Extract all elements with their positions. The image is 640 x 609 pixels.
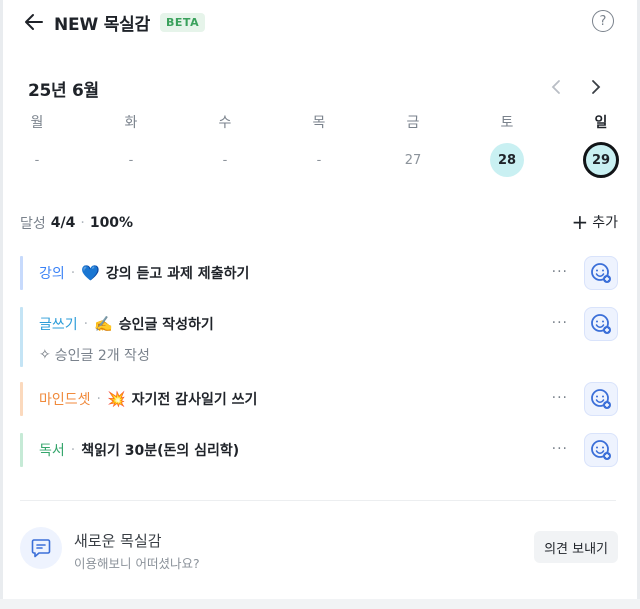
mood-button[interactable]: [584, 433, 618, 467]
left-border: [0, 0, 3, 609]
goal-separator: ·: [70, 442, 76, 458]
weekday-thu: 목: [312, 115, 326, 131]
date-cell-selected[interactable]: 29: [583, 142, 619, 178]
help-icon[interactable]: ?: [592, 10, 614, 32]
goal-category: 글쓰기: [39, 317, 78, 333]
goal-item[interactable]: 마인드셋 · 💥 자기전 감사일기 쓰기 ···: [20, 382, 620, 416]
feedback-title: 새로운 목실감: [74, 532, 162, 550]
goal-item[interactable]: 강의 · 💙 강의 듣고 과제 제출하기 ···: [20, 256, 620, 290]
smile-add-icon: [591, 389, 611, 409]
goal-separator: ·: [83, 316, 89, 332]
section-divider: [20, 500, 616, 501]
mood-button[interactable]: [584, 256, 618, 290]
more-options-icon[interactable]: ···: [552, 264, 568, 280]
achievement-summary: 달성 4/4 · 100% + 추가: [20, 212, 620, 234]
beta-badge: BETA: [160, 12, 206, 32]
goal-accent-bar: [20, 307, 23, 367]
smile-add-icon: [591, 314, 611, 334]
goal-category: 강의: [39, 266, 65, 282]
goal-item[interactable]: 독서 · 책읽기 30분(돈의 심리학) ···: [20, 433, 620, 467]
date-cell: -: [222, 152, 228, 168]
goal-text: 강의 듣고 과제 제출하기: [105, 266, 250, 282]
mood-button[interactable]: [584, 307, 618, 341]
goal-category: 독서: [39, 443, 65, 459]
page-title: NEW 목실감: [54, 14, 151, 35]
feedback-card: 새로운 목실감 이용해보니 어떠셨나요? 의견 보내기: [20, 527, 620, 571]
date-cell-completed[interactable]: 28: [490, 143, 524, 177]
weekday-wed: 수: [218, 115, 232, 131]
goal-accent-bar: [20, 382, 23, 416]
more-options-icon[interactable]: ···: [552, 315, 568, 331]
summary-separator: ·: [80, 215, 85, 231]
summary-count: 4/4: [50, 215, 76, 231]
week-dates: - - - - 27 28 29: [0, 142, 640, 178]
send-feedback-button[interactable]: 의견 보내기: [534, 531, 618, 563]
plus-icon: +: [571, 210, 589, 234]
chevron-right-icon: [592, 80, 601, 94]
smile-add-icon: [591, 263, 611, 283]
goal-text: 책읽기 30분(돈의 심리학): [81, 443, 240, 459]
more-options-icon[interactable]: ···: [552, 441, 568, 457]
header: NEW 목실감 BETA ?: [22, 8, 620, 36]
date-cell: -: [128, 152, 134, 168]
chat-icon: [20, 527, 62, 569]
goal-emoji: ✍️: [94, 315, 113, 333]
month-label: 25년 6월: [28, 80, 99, 101]
back-button[interactable]: [22, 10, 46, 34]
goal-accent-bar: [20, 433, 23, 467]
add-goal-label: 추가: [592, 215, 618, 231]
goal-item[interactable]: 글쓰기 · ✍️ 승인글 작성하기 ✧ 승인글 2개 작성 ···: [20, 307, 620, 367]
goal-subtask: ✧ 승인글 2개 작성: [39, 345, 150, 365]
mood-button[interactable]: [584, 382, 618, 416]
weekday-fri: 금: [406, 115, 420, 131]
date-cell: -: [316, 152, 322, 168]
weekday-mon: 월: [30, 115, 44, 131]
chevron-left-icon: [551, 80, 560, 94]
weekday-sun: 일: [594, 115, 608, 131]
weekday-header: 월 화 수 목 금 토 일: [0, 112, 640, 134]
date-cell: -: [34, 152, 40, 168]
goal-separator: ·: [70, 265, 76, 281]
bottom-border: [0, 599, 640, 609]
summary-percent: 100%: [89, 215, 134, 231]
goal-text: 자기전 감사일기 쓰기: [131, 392, 258, 408]
weekday-tue: 화: [124, 115, 138, 131]
goal-separator: ·: [96, 391, 101, 407]
date-cell[interactable]: 27: [395, 142, 431, 178]
goal-emoji: 💙: [81, 264, 100, 282]
next-month-button[interactable]: [586, 76, 606, 98]
goal-accent-bar: [20, 256, 23, 290]
goal-text: 승인글 작성하기: [118, 317, 214, 333]
arrow-left-icon: [25, 14, 43, 30]
feedback-subtitle: 이용해보니 어떠셨나요?: [74, 556, 200, 571]
goal-category: 마인드셋: [39, 392, 91, 408]
more-options-icon[interactable]: ···: [552, 390, 568, 406]
month-nav: 25년 6월: [28, 76, 612, 101]
smile-add-icon: [591, 440, 611, 460]
prev-month-button[interactable]: [546, 76, 566, 98]
add-goal-button[interactable]: + 추가: [571, 212, 618, 232]
sparkle-icon: ✧: [39, 347, 51, 363]
goal-emoji: 💥: [106, 390, 126, 408]
weekday-sat: 토: [500, 115, 514, 131]
summary-label: 달성: [20, 216, 46, 232]
goal-subtask-text: 승인글 2개 작성: [54, 348, 150, 364]
